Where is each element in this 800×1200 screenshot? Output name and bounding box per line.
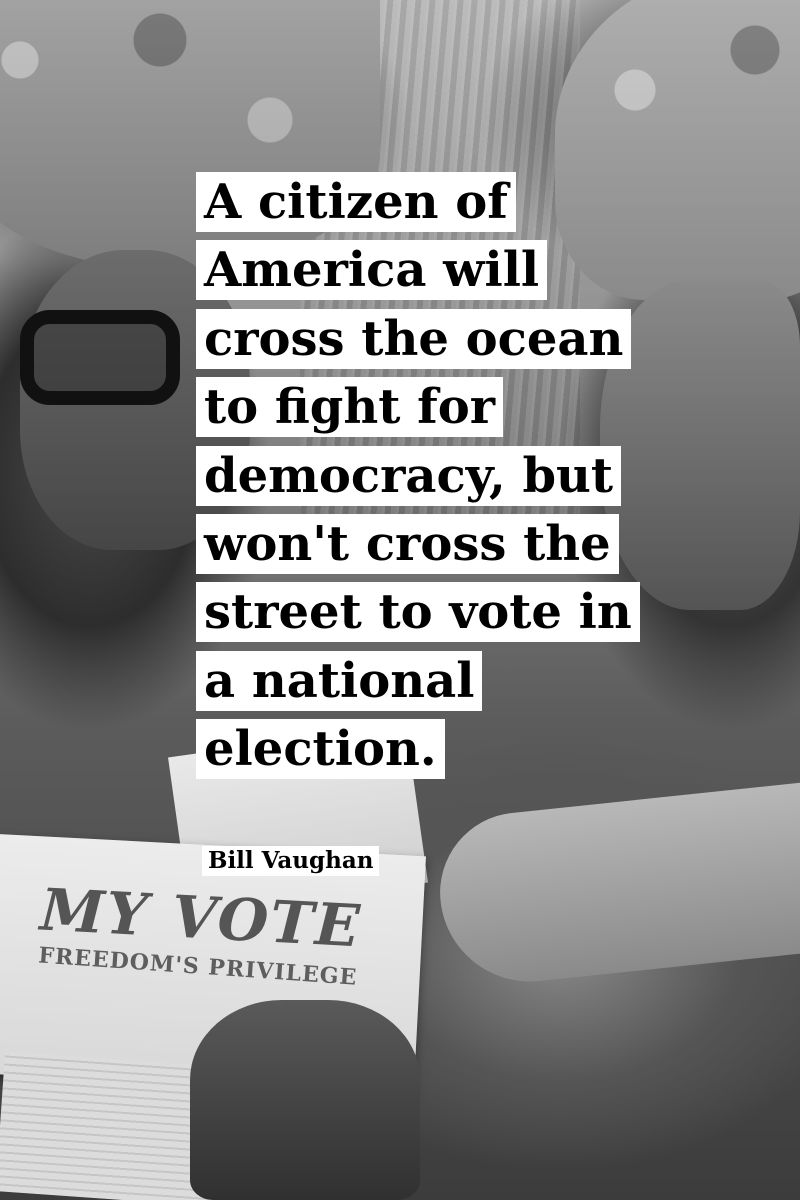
quote-poster: MY VOTE FREEDOM'S PRIVILEGE A citizen of… [0, 0, 800, 1200]
quote-line: democracy, but [196, 445, 622, 506]
quote-line: America will [196, 240, 548, 301]
glasses [20, 310, 180, 405]
quote-line: cross the ocean [196, 308, 632, 369]
quote-line: street to vote in [196, 582, 640, 643]
quote-line: a national [196, 650, 483, 711]
quote-line: won't cross the [196, 513, 619, 574]
quote-line: A citizen of [196, 172, 516, 232]
quote-line: to fight for [196, 377, 504, 438]
quote-author: Bill Vaughan [202, 846, 380, 876]
quote-text: A citizen of America will cross the ocea… [196, 172, 756, 788]
pointing-hand [432, 779, 800, 991]
holding-hand [190, 1000, 420, 1200]
quote-line: election. [196, 719, 445, 780]
